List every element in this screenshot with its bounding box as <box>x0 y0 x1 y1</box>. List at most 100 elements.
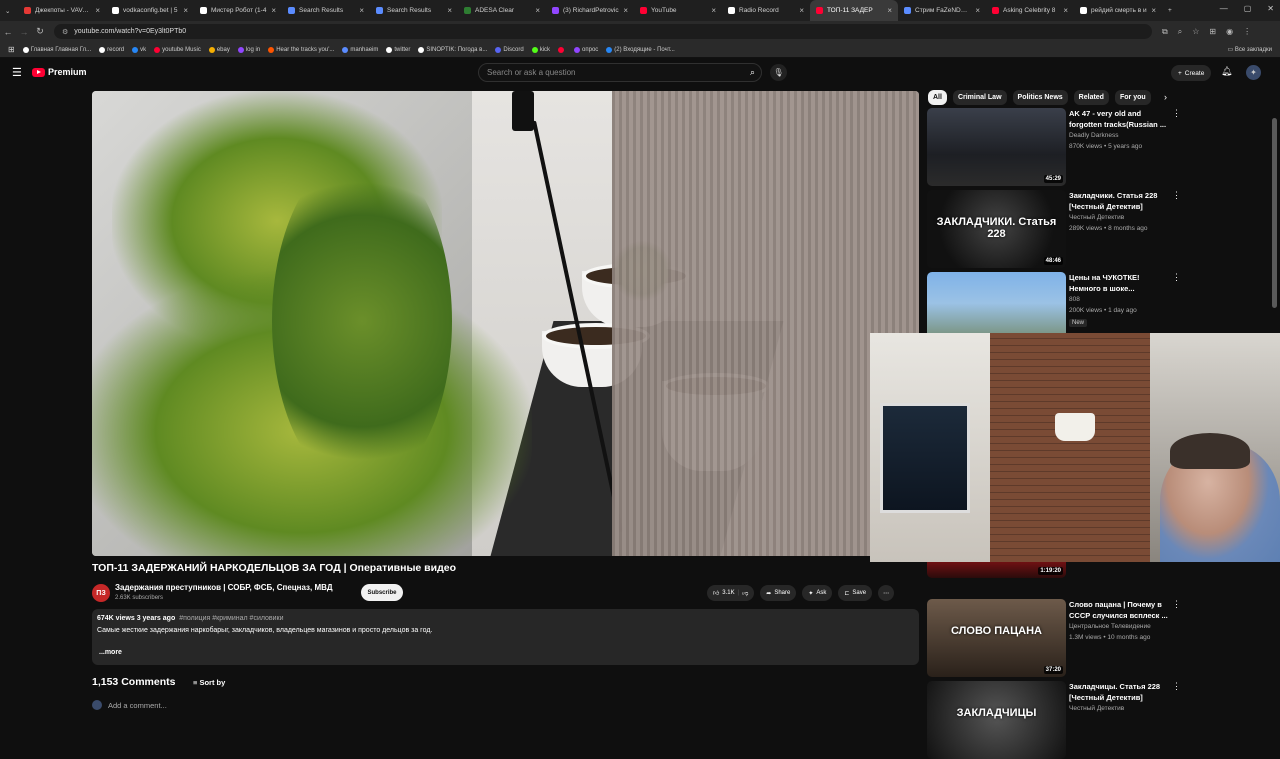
bookmark-item[interactable]: ebay <box>208 46 230 53</box>
browser-tab[interactable]: Search Results × <box>282 0 370 21</box>
back-icon[interactable]: ← <box>0 27 16 37</box>
search-icon[interactable]: ⌕ <box>750 67 755 78</box>
more-actions-button[interactable]: ⋯ <box>878 585 895 601</box>
browser-tab[interactable]: Radio Record × <box>722 0 810 21</box>
close-tab-icon[interactable]: × <box>359 6 364 15</box>
browser-tab[interactable]: YouTube × <box>634 0 722 21</box>
like-button[interactable]: 👍︎ 3.1K | 👎︎ <box>707 585 755 601</box>
close-tab-icon[interactable]: × <box>271 6 276 15</box>
video-player[interactable] <box>92 91 919 556</box>
bookmark-item[interactable]: Главная Главная Гл... <box>22 46 91 53</box>
open-in-app-icon[interactable]: ⧉ <box>1162 27 1168 37</box>
bookmark-item[interactable]: record <box>99 46 124 53</box>
filter-chip[interactable]: Politics News <box>1012 90 1068 105</box>
bookmark-item[interactable]: Discord <box>495 46 524 53</box>
bookmark-item[interactable]: Hear the tracks you'... <box>268 46 334 53</box>
browser-tab[interactable]: (3) RichardPetrovic × <box>546 0 634 21</box>
video-thumbnail[interactable]: ЗАКЛАДЧИЦЫ <box>927 681 1066 759</box>
hashtags[interactable]: #полиция #криминал #силовики <box>179 615 283 622</box>
all-bookmarks-link[interactable]: ▭ Все закладки <box>1228 46 1272 53</box>
extensions-icon[interactable]: ⊞ <box>1209 27 1216 37</box>
more-vertical-icon[interactable]: ⋮ <box>1172 190 1181 201</box>
bookmark-item[interactable]: youtube Music <box>154 46 201 53</box>
bookmark-item[interactable]: twitter <box>386 46 410 53</box>
related-video-channel[interactable]: Центральное Телевидение <box>1069 623 1151 630</box>
close-tab-icon[interactable]: × <box>975 6 980 15</box>
chevron-right-icon[interactable]: › <box>1164 92 1167 102</box>
browser-tab[interactable]: Search Results × <box>370 0 458 21</box>
more-vertical-icon[interactable]: ⋮ <box>1172 599 1181 610</box>
browser-tab[interactable]: Стрим FaZeNDA67 × <box>898 0 986 21</box>
close-tab-icon[interactable]: × <box>1063 6 1068 15</box>
bookmark-item[interactable] <box>558 46 566 53</box>
subscribe-button[interactable]: Subscribe <box>361 584 403 601</box>
close-tab-icon[interactable]: × <box>447 6 452 15</box>
ask-button[interactable]: ✦ Ask <box>802 585 833 601</box>
close-tab-icon[interactable]: × <box>623 6 628 15</box>
filter-chip[interactable]: For you <box>1114 90 1151 105</box>
related-video[interactable]: ЗАКЛАДЧИКИ. Статья 228 48:46 Закладчики. С… <box>927 190 1267 268</box>
browser-tab[interactable]: рейдий смерть в и × <box>1074 0 1162 21</box>
youtube-logo[interactable]: Premium <box>32 67 87 77</box>
scrollbar-thumb[interactable] <box>1272 118 1277 308</box>
filter-chip[interactable]: All <box>928 90 947 105</box>
related-video[interactable]: СЛОВО ПАЦАНА 37:20 Слово пацана | Почему в… <box>927 599 1267 677</box>
thumbs-down-icon[interactable]: 👎︎ <box>742 589 748 597</box>
close-tab-icon[interactable]: × <box>799 6 804 15</box>
video-thumbnail[interactable]: ЗАКЛАДЧИКИ. Статья 228 48:46 <box>927 190 1066 268</box>
apps-grid-icon[interactable]: ⊞ <box>8 45 15 54</box>
video-thumbnail[interactable]: 45:29 <box>927 108 1066 186</box>
maximize-icon[interactable]: ▢ <box>1244 4 1252 13</box>
reload-icon[interactable]: ↻ <box>32 26 48 37</box>
channel-avatar[interactable]: ПЗ <box>92 584 110 602</box>
channel-name[interactable]: Задержания преступников | СОБР, ФСБ, Спе… <box>115 583 333 592</box>
show-more-link[interactable]: ...more <box>99 649 122 656</box>
browser-tab[interactable]: ТОП-11 ЗАДЕР × <box>810 0 898 21</box>
new-tab-button[interactable]: + <box>1162 0 1182 21</box>
bookmark-item[interactable]: vk <box>132 46 146 53</box>
close-tab-icon[interactable]: × <box>887 6 892 15</box>
microphone-icon[interactable]: 🎙︎ <box>770 64 787 81</box>
bookmark-item[interactable]: manhaeim <box>342 46 378 53</box>
bookmark-item[interactable]: опрос <box>574 46 598 53</box>
search-input[interactable]: Search or ask a question ⌕ <box>478 63 762 82</box>
browser-tab[interactable]: vodkaconfig.bet | 5 × <box>106 0 194 21</box>
save-button[interactable]: ⊏ Save <box>838 585 873 601</box>
related-video-channel[interactable]: Честный Детектив <box>1069 214 1124 221</box>
bookmark-star-icon[interactable]: ☆ <box>1192 27 1199 37</box>
more-vertical-icon[interactable]: ⋮ <box>1172 272 1181 283</box>
share-button[interactable]: ➦ Share <box>760 585 797 601</box>
more-vertical-icon[interactable]: ⋮ <box>1172 681 1181 692</box>
tab-search-button[interactable]: ⌄ <box>0 0 18 21</box>
close-tab-icon[interactable]: × <box>1151 6 1156 15</box>
browser-menu-icon[interactable]: ⋮ <box>1243 27 1251 37</box>
related-video-channel[interactable]: 808 <box>1069 296 1080 303</box>
avatar[interactable]: ✦ <box>1246 65 1261 80</box>
close-tab-icon[interactable]: × <box>183 6 188 15</box>
close-window-icon[interactable]: ✕ <box>1267 4 1274 13</box>
browser-tab[interactable]: ADESA Clear × <box>458 0 546 21</box>
close-tab-icon[interactable]: × <box>711 6 716 15</box>
zoom-icon[interactable]: ⌕ <box>1178 27 1182 37</box>
close-tab-icon[interactable]: × <box>95 6 100 15</box>
browser-tab[interactable]: Asking Celebrity 8 × <box>986 0 1074 21</box>
bookmark-item[interactable]: SINOPTIK: Погода в... <box>418 46 487 53</box>
bookmark-item[interactable]: log in <box>237 46 260 53</box>
minimize-icon[interactable]: — <box>1220 4 1228 13</box>
create-button[interactable]: + Create <box>1171 65 1212 81</box>
filter-chip[interactable]: Related <box>1073 90 1109 105</box>
video-thumbnail[interactable]: СЛОВО ПАЦАНА 37:20 <box>927 599 1066 677</box>
browser-tab[interactable]: Джекпоты - VAVADA × <box>18 0 106 21</box>
profile-icon[interactable]: ◉ <box>1226 27 1233 37</box>
more-vertical-icon[interactable]: ⋮ <box>1172 108 1181 119</box>
related-video-channel[interactable]: Deadly Darkness <box>1069 132 1119 139</box>
forward-icon[interactable]: → <box>16 27 32 37</box>
url-field[interactable]: ⚙ youtube.com/watch?v=0Ey3lt0PTb0 <box>54 24 1152 39</box>
bookmark-item[interactable]: kick <box>531 46 550 53</box>
filter-chip[interactable]: Criminal Law <box>952 90 1007 105</box>
bookmark-item[interactable]: (2) Входящие - Почт... <box>606 46 675 53</box>
notifications-bell-icon[interactable]: 🔔︎ <box>1221 66 1232 77</box>
related-video[interactable]: 45:29 AK 47 - very old and forgotten trac… <box>927 108 1267 186</box>
sort-by-button[interactable]: ≡ Sort by <box>193 678 225 687</box>
related-video-channel[interactable]: Честный Детектив <box>1069 705 1124 712</box>
